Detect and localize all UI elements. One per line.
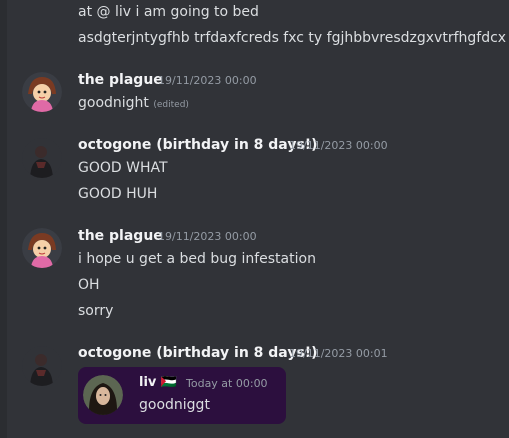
dark-figure-icon [22,138,62,178]
message-line: GOOD HUH [78,186,158,202]
message-line: goodnight (edited) [78,94,189,114]
embed-avatar[interactable] [83,375,123,415]
user-avatar[interactable] [22,346,62,386]
user-avatar[interactable] [22,72,62,112]
message-line: OH [78,277,100,293]
message-line: GOOD WHAT [78,160,168,176]
dark-figure-icon [22,346,62,386]
message-line: i hope u get a bed bug infestation [78,251,316,267]
user-avatar[interactable] [22,228,62,268]
message-author[interactable]: octogone (birthday in 8 days!) [78,344,318,362]
message-text: goodnight [78,95,149,111]
message-timestamp: 19/11/2023 00:01 [289,347,388,360]
message-author[interactable]: the plague [78,227,163,245]
message-embed[interactable]: liv 🇵🇸 Today at 00:00 goodniggt [78,367,286,424]
message-timestamp: 19/11/2023 00:00 [158,230,257,243]
message-timestamp: 19/11/2023 00:00 [158,74,257,87]
message-line: asdgterjntygfhb trfdaxfcreds fxc ty fgjh… [78,30,507,46]
message-author[interactable]: the plague [78,71,163,89]
embed-author[interactable]: liv 🇵🇸 [139,375,177,390]
pink-cartoon-girl-icon [22,72,62,112]
edited-label: (edited) [153,100,189,110]
channel-left-edge [0,0,7,438]
pink-cartoon-girl-icon [22,228,62,268]
message-author[interactable]: octogone (birthday in 8 days!) [78,136,318,154]
message-timestamp: 19/11/2023 00:00 [289,139,388,152]
embed-text: goodniggt [139,397,210,413]
embed-timestamp: Today at 00:00 [186,377,268,390]
message-line: at @ liv i am going to bed [78,4,259,20]
user-avatar[interactable] [22,138,62,178]
message-line: sorry [78,303,114,319]
dark-haired-person-icon [83,375,123,415]
